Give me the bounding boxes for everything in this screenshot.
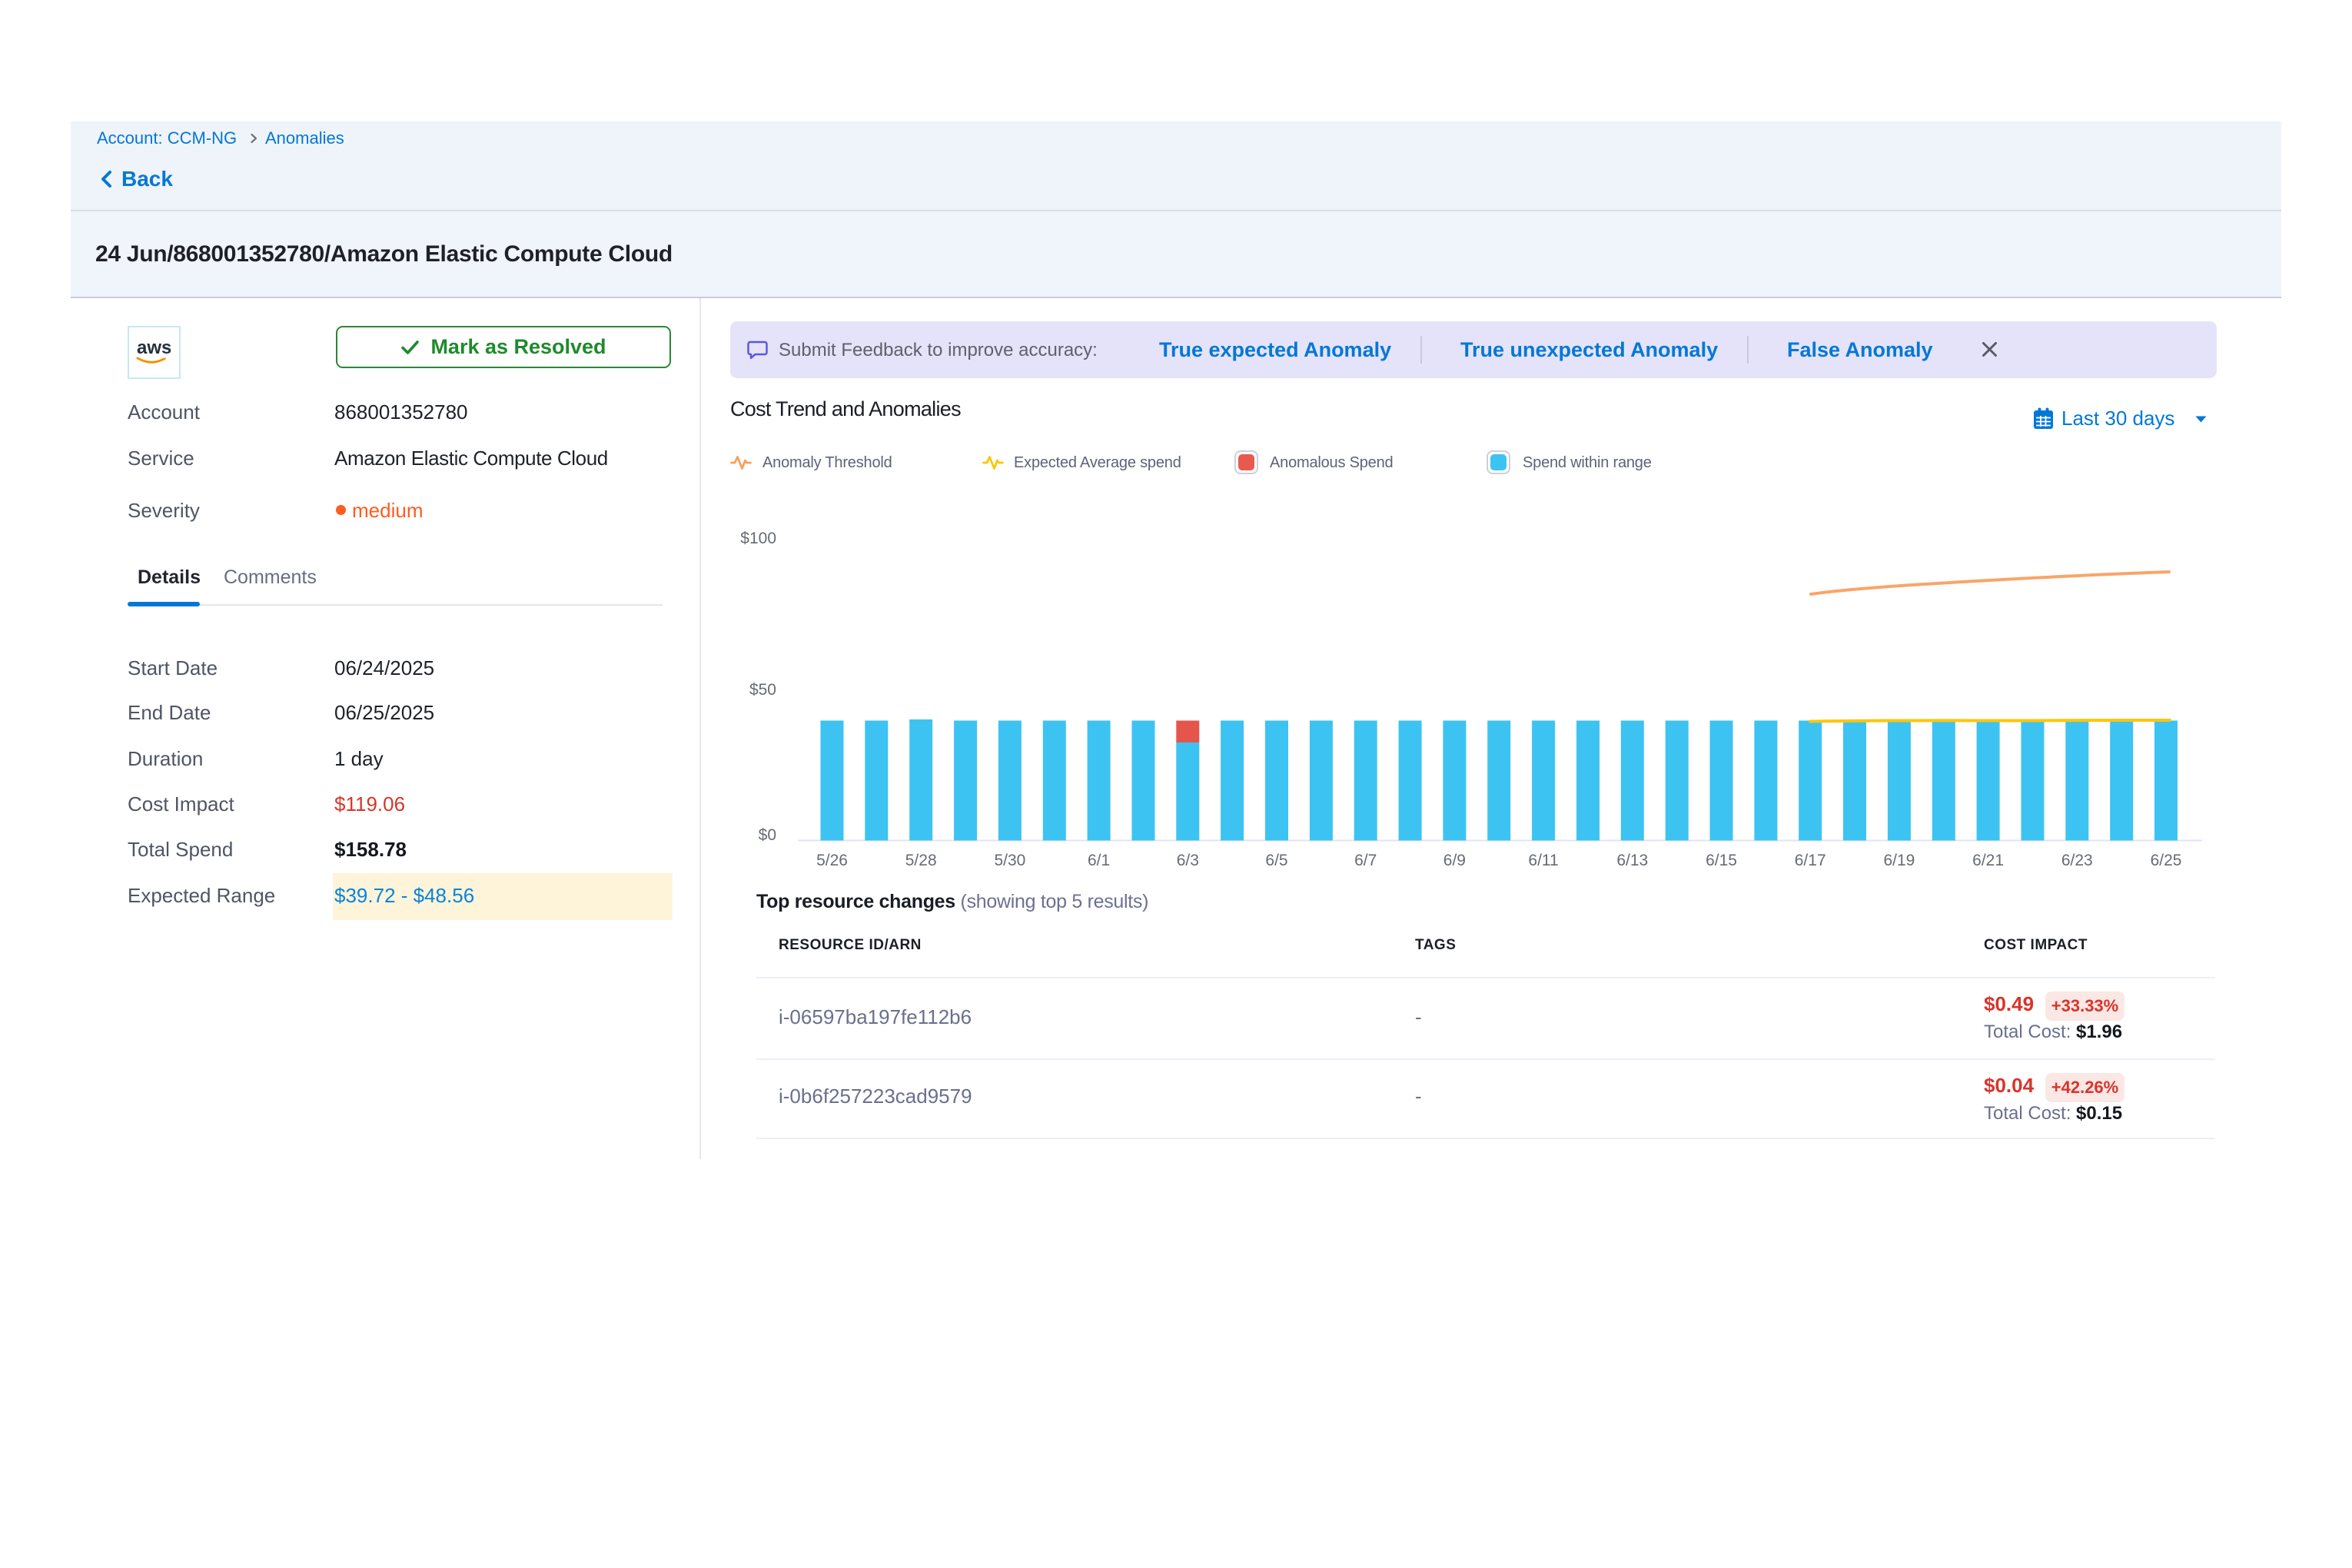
- svg-text:6/25: 6/25: [2151, 852, 2182, 869]
- svg-text:6/3: 6/3: [1177, 852, 1199, 869]
- svg-text:6/13: 6/13: [1616, 852, 1648, 869]
- svg-text:6/5: 6/5: [1265, 852, 1287, 869]
- svg-text:6/9: 6/9: [1443, 852, 1466, 869]
- svg-text:$50: $50: [749, 681, 776, 699]
- svg-text:$0: $0: [759, 826, 776, 844]
- svg-text:6/1: 6/1: [1088, 852, 1110, 869]
- svg-text:6/17: 6/17: [1795, 852, 1826, 869]
- svg-text:6/11: 6/11: [1528, 852, 1558, 869]
- svg-text:6/23: 6/23: [2061, 852, 2093, 869]
- svg-text:6/19: 6/19: [1883, 852, 1915, 869]
- svg-text:5/26: 5/26: [816, 852, 848, 869]
- svg-text:6/7: 6/7: [1354, 852, 1377, 869]
- svg-text:5/30: 5/30: [994, 852, 1025, 869]
- svg-text:6/15: 6/15: [1706, 852, 1737, 869]
- svg-text:5/28: 5/28: [905, 852, 937, 869]
- svg-text:6/21: 6/21: [1972, 852, 2004, 869]
- svg-text:aws: aws: [137, 337, 171, 358]
- svg-text:$100: $100: [740, 530, 776, 547]
